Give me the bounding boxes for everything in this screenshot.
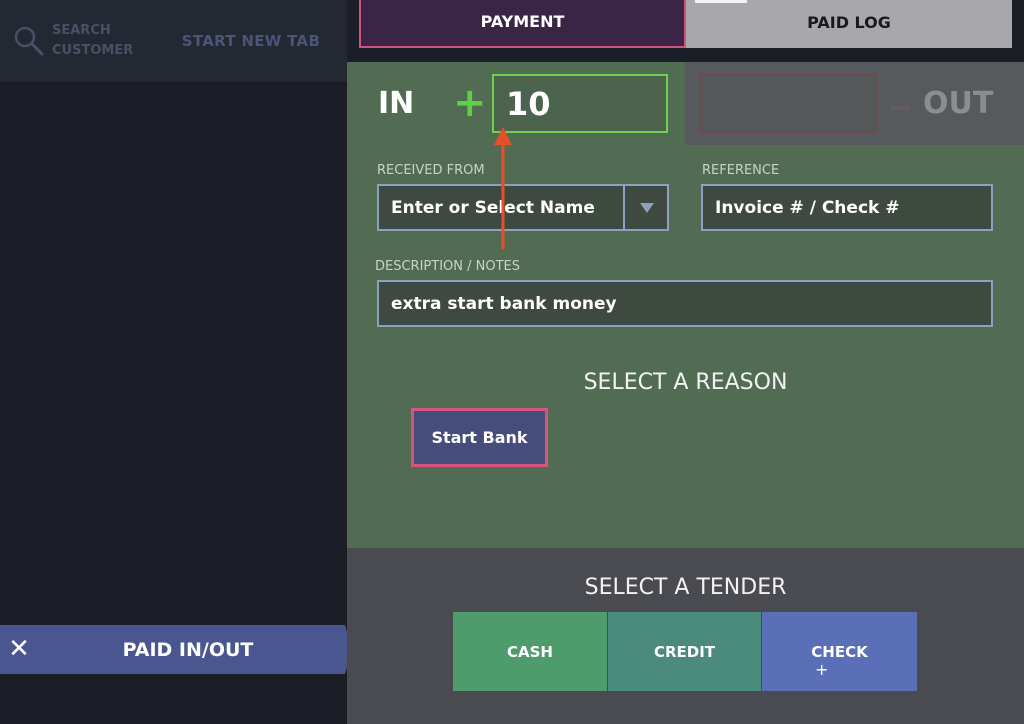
plus-icon: + (453, 80, 487, 126)
out-amount-input[interactable] (699, 74, 877, 133)
tab-paid-log-label: PAID LOG (807, 12, 891, 32)
select-reason-title: SELECT A REASON (583, 370, 788, 395)
description-value: extra start bank money (391, 293, 617, 314)
paid-inout-title: PAID IN/OUT (122, 638, 254, 661)
tab-payment[interactable]: PAYMENT (359, 0, 686, 48)
search-customer-button[interactable]: SEARCH CUSTOMER (0, 0, 155, 82)
app-root: SEARCH CUSTOMER START NEW TAB ✕ PAID IN/… (0, 0, 1024, 724)
reference-label: REFERENCE (702, 163, 780, 178)
minus-icon: − (887, 88, 914, 126)
chevron-down-icon (639, 198, 654, 217)
search-customer-line1: SEARCH (52, 23, 111, 38)
reference-field[interactable]: Invoice # / Check # (701, 184, 993, 231)
description-field[interactable]: extra start bank money (377, 280, 993, 327)
received-from-label: RECEIVED FROM (377, 163, 485, 178)
tender-cash-button[interactable]: CASH (453, 612, 607, 691)
top-left-bar: SEARCH CUSTOMER START NEW TAB (0, 0, 347, 82)
search-customer-line2: CUSTOMER (52, 43, 134, 58)
tender-credit-button[interactable]: CREDIT (608, 612, 761, 691)
received-from-placeholder: Enter or Select Name (391, 197, 595, 218)
crosshair-cursor-icon: + (815, 660, 829, 679)
red-arrow-annotation (494, 127, 512, 249)
paid-inout-nav-item[interactable]: ✕ PAID IN/OUT (0, 625, 352, 674)
in-label: IN (378, 86, 415, 121)
received-from-dropdown[interactable] (623, 184, 668, 230)
start-new-tab-button[interactable]: START NEW TAB (155, 0, 347, 82)
tab-notch (695, 0, 747, 3)
right-panel: PAYMENT PAID LOG IN + 10 − OUT RECEIVED … (347, 0, 1024, 724)
select-tender-title: SELECT A TENDER (584, 575, 787, 600)
reason-start-bank-button[interactable]: Start Bank (411, 408, 548, 467)
tab-paid-log[interactable]: PAID LOG (686, 0, 1012, 48)
close-icon[interactable]: ✕ (4, 625, 34, 674)
left-panel: SEARCH CUSTOMER START NEW TAB ✕ PAID IN/… (0, 0, 352, 724)
reference-placeholder: Invoice # / Check # (715, 197, 900, 218)
search-customer-label: SEARCH CUSTOMER (52, 21, 133, 61)
in-amount-input[interactable]: 10 (492, 74, 668, 133)
out-label: OUT (923, 86, 994, 121)
description-label: DESCRIPTION / NOTES (375, 259, 520, 274)
tender-check-button[interactable]: CHECK (762, 612, 917, 691)
tab-strip: PAYMENT PAID LOG (347, 0, 1024, 62)
search-icon (12, 24, 46, 58)
